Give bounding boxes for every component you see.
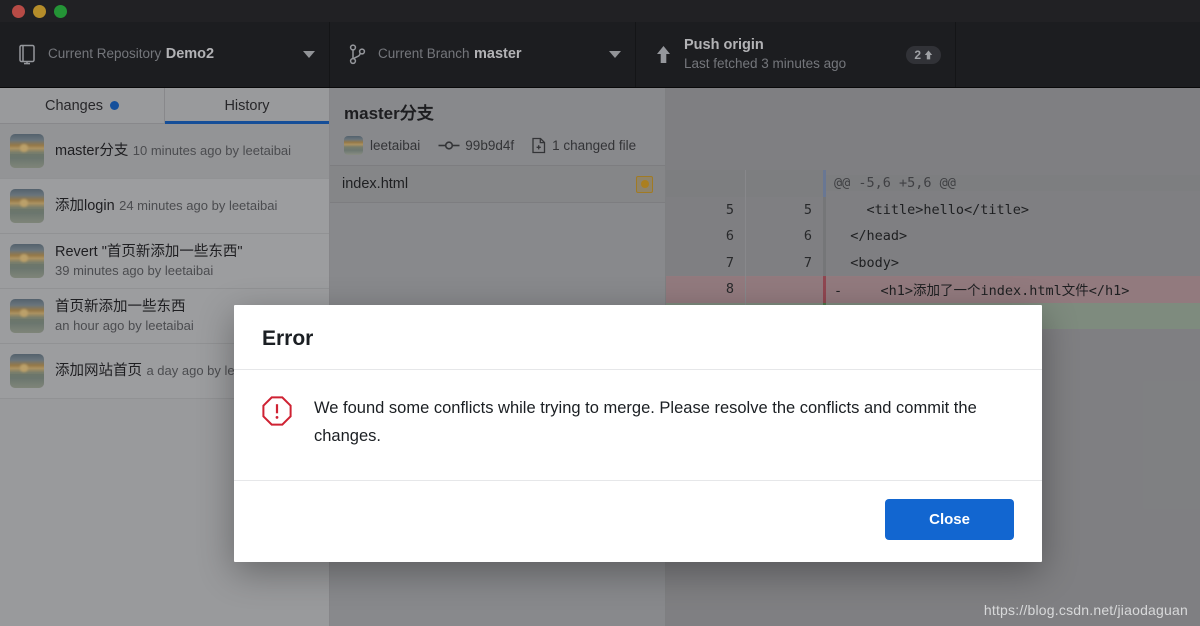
dialog-title: Error <box>262 327 1014 351</box>
dialog-footer: Close <box>234 481 1042 562</box>
dialog-message: We found some conflicts while trying to … <box>314 394 1004 450</box>
app-window: Current Repository Demo2 Current Branch … <box>0 0 1200 626</box>
error-dialog: Error We found some conflicts while tryi… <box>234 305 1042 562</box>
dialog-body: We found some conflicts while trying to … <box>234 370 1042 481</box>
close-button[interactable]: Close <box>885 499 1014 540</box>
error-octagon-icon <box>262 394 292 450</box>
dialog-header: Error <box>234 305 1042 370</box>
watermark: https://blog.csdn.net/jiaodaguan <box>984 602 1188 618</box>
